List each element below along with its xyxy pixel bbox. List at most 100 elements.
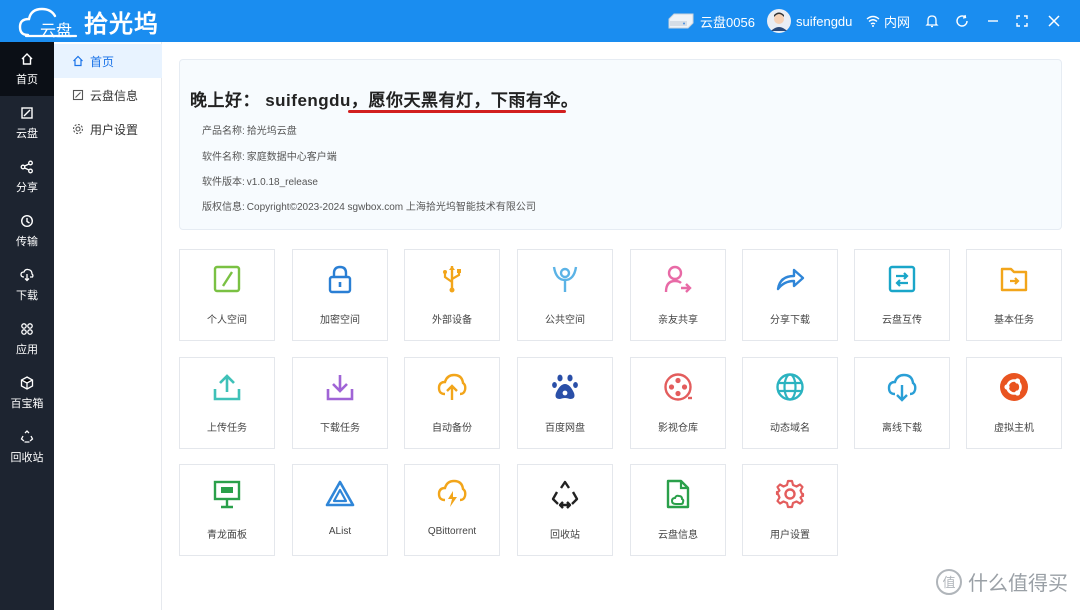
sidebar-item-label: 传输 — [16, 236, 38, 248]
tile-virtual-host[interactable]: 虚拟主机 — [966, 357, 1062, 449]
tile-cloud-transfer[interactable]: 云盘互传 — [854, 249, 950, 341]
sidebar-item-label: 百宝箱 — [10, 398, 44, 410]
username: suifengdu — [796, 13, 853, 29]
tile-cloud-info[interactable]: 云盘信息 — [630, 464, 726, 556]
minimize-icon — [987, 15, 999, 27]
tile-personal-space[interactable]: 个人空间 — [179, 249, 275, 341]
tile-family-share[interactable]: 亲友共享 — [630, 249, 726, 341]
tile-baidu-pan[interactable]: 百度网盘 — [517, 357, 613, 449]
cloud-disk-icon — [20, 105, 34, 121]
tile-label: 自动备份 — [432, 423, 472, 434]
network-status[interactable]: 内网 — [866, 0, 910, 42]
tile-label: AList — [328, 526, 352, 537]
watermark-logo: 值 — [936, 568, 962, 595]
tile-user-settings[interactable]: 用户设置 — [742, 464, 838, 556]
personal-space-icon — [211, 263, 243, 295]
watermark-text: 什么值得买 — [968, 573, 1068, 595]
wifi-icon — [866, 15, 880, 27]
device-selector[interactable]: 云盘0056 — [668, 0, 755, 42]
sidebar-item-download[interactable]: 下载 — [0, 258, 54, 312]
tile-qbittorrent[interactable]: QBittorrent — [404, 464, 500, 556]
info-value: Copyright©2023-2024 sgwbox.com 上海拾光坞智能技术… — [246, 202, 536, 213]
welcome-panel: 晚上好： suifengdu，愿你天黑有灯，下雨有伞。 产品名称: 拾光坞云盘 软… — [179, 59, 1062, 230]
tile-qinglong-panel[interactable]: 青龙面板 — [179, 464, 275, 556]
avatar — [767, 9, 791, 33]
tile-ddns[interactable]: 动态域名 — [742, 357, 838, 449]
user-share-icon — [662, 263, 694, 295]
tile-recycle-bin[interactable]: 回收站 — [517, 464, 613, 556]
cloud-download-icon — [886, 371, 918, 403]
tile-upload-task[interactable]: 上传任务 — [179, 357, 275, 449]
sidebar-item-apps[interactable]: 应用 — [0, 312, 54, 366]
tile-auto-backup[interactable]: 自动备份 — [404, 357, 500, 449]
sidebar-item-label: 回收站 — [10, 452, 44, 464]
sidebar-item-home[interactable]: 首页 — [0, 42, 54, 96]
info-value: v1.0.18_release — [246, 177, 318, 188]
top-bar: 云盘 拾光坞 云盘0056 suifengdu 内网 — [0, 0, 1080, 42]
subnav-item-user-settings[interactable]: 用户设置 — [54, 112, 162, 146]
sidebar-item-toolbox[interactable]: 百宝箱 — [0, 366, 54, 420]
globe-icon — [774, 371, 806, 403]
software-version-row: 软件版本: v1.0.18_release — [202, 173, 318, 188]
bell-icon — [925, 14, 939, 28]
maximize-icon — [1016, 15, 1028, 27]
home-icon — [20, 51, 34, 67]
sidebar-item-label: 云盘 — [16, 128, 38, 140]
logo-small-text: 云盘 — [40, 20, 73, 40]
tile-label: 云盘互传 — [882, 315, 922, 326]
public-space-icon — [549, 263, 581, 295]
tile-label: 下载任务 — [320, 423, 360, 434]
info-value: 家庭数据中心客户端 — [246, 152, 337, 163]
tile-label: 云盘信息 — [658, 530, 698, 541]
sidebar-item-label: 应用 — [16, 344, 38, 356]
user-menu[interactable]: suifengdu — [767, 0, 852, 42]
minimize-button[interactable] — [987, 0, 999, 42]
tile-label: 基本任务 — [994, 315, 1034, 326]
home-icon — [72, 55, 86, 67]
tile-label: 加密空间 — [320, 315, 360, 326]
maximize-button[interactable] — [1016, 0, 1028, 42]
tile-video-library[interactable]: 影视仓库 — [630, 357, 726, 449]
transfer-icon — [20, 213, 34, 229]
tile-external-device[interactable]: 外部设备 — [404, 249, 500, 341]
tile-offline-download[interactable]: 离线下载 — [854, 357, 950, 449]
toolbox-icon — [20, 375, 34, 391]
tile-label: 外部设备 — [432, 315, 472, 326]
software-name-row: 软件名称: 家庭数据中心客户端 — [202, 148, 337, 163]
notification-button[interactable] — [925, 0, 939, 42]
refresh-icon — [955, 14, 969, 28]
tile-encrypted-space[interactable]: 加密空间 — [292, 249, 388, 341]
copyright-row: 版权信息: Copyright©2023-2024 sgwbox.com 上海拾光… — [202, 198, 536, 213]
sidebar-item-transfer[interactable]: 传输 — [0, 204, 54, 258]
subnav-item-label: 首页 — [90, 54, 115, 69]
tile-label: 公共空间 — [545, 315, 585, 326]
tile-label: 动态域名 — [770, 423, 810, 434]
apps-icon — [20, 321, 34, 337]
cloud-logo-icon: 云盘 — [18, 5, 80, 40]
logo-name: 拾光坞 — [84, 10, 159, 38]
tile-alist[interactable]: AList — [292, 464, 388, 556]
tile-label: 分享下载 — [770, 315, 810, 326]
tile-label: 虚拟主机 — [994, 423, 1034, 434]
sidebar-item-recycle[interactable]: 回收站 — [0, 420, 54, 474]
subnav-item-cloud-info[interactable]: 云盘信息 — [54, 78, 162, 112]
sidebar-item-label: 分享 — [16, 182, 38, 194]
tile-download-task[interactable]: 下载任务 — [292, 357, 388, 449]
film-reel-icon — [662, 371, 694, 403]
subnav-item-label: 用户设置 — [90, 122, 139, 137]
refresh-button[interactable] — [955, 0, 969, 42]
greeting-text: 晚上好： suifengdu，愿你天黑有灯，下雨有伞。 — [190, 91, 579, 110]
close-button[interactable] — [1048, 0, 1060, 42]
sidebar-item-share[interactable]: 分享 — [0, 150, 54, 204]
recycle-icon — [20, 429, 34, 445]
tile-public-space[interactable]: 公共空间 — [517, 249, 613, 341]
greeting-underline — [348, 110, 566, 113]
tile-label: QBittorrent — [427, 526, 477, 537]
sub-navigation: 首页 云盘信息 用户设置 — [54, 42, 162, 610]
info-key: 软件名称: — [202, 152, 245, 163]
cloud-disk-icon — [72, 89, 86, 101]
tile-share-download[interactable]: 分享下载 — [742, 249, 838, 341]
tile-basic-task[interactable]: 基本任务 — [966, 249, 1062, 341]
sidebar-item-cloud-disk[interactable]: 云盘 — [0, 96, 54, 150]
subnav-item-home[interactable]: 首页 — [54, 44, 162, 78]
